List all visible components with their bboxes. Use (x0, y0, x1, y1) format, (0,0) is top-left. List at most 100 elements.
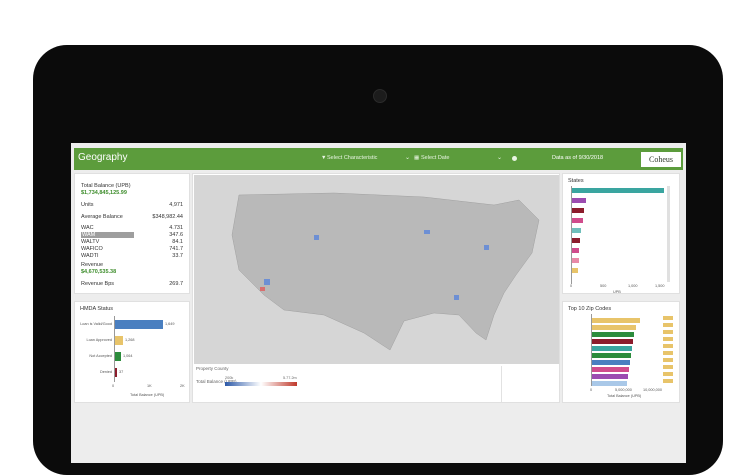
hmda-bar[interactable] (115, 368, 117, 377)
revenue-bps-value: 269.7 (169, 281, 183, 287)
states-bar[interactable] (572, 238, 580, 243)
hmda-row-label: Loan Approved (86, 338, 112, 342)
waltv-row: WALTV 84.1 (81, 239, 183, 245)
calendar-icon: ▦ (414, 155, 420, 161)
settings-icon[interactable] (512, 156, 517, 161)
map-legend-gradient (225, 382, 297, 386)
states-axis-tick: 0 (570, 284, 573, 288)
states-bar[interactable] (572, 228, 581, 233)
states-bar[interactable] (572, 208, 584, 213)
select-date-dropdown[interactable]: Select Date (421, 155, 449, 161)
hmda-row-label: Denied (99, 370, 112, 374)
states-bar[interactable] (572, 258, 579, 263)
zip-bar[interactable] (592, 374, 628, 379)
waltv-label: WALTV (81, 239, 100, 245)
filter-icon: ▼ (321, 155, 327, 161)
states-scrollbar[interactable] (667, 186, 670, 282)
zip-bar[interactable] (592, 325, 636, 330)
states-axis-tick: 1,500 (655, 284, 665, 288)
wafico-value: 741.7 (169, 246, 183, 252)
avg-balance-row: Average Balance $348,982.44 (81, 214, 183, 220)
map-highlight-region (314, 235, 319, 240)
zip-codes-title: Top 10 Zip Codes (568, 306, 612, 312)
wam-row[interactable]: WAM 347.6 (81, 232, 183, 238)
zip-bar[interactable] (592, 367, 629, 372)
wam-value: 347.6 (169, 232, 183, 238)
data-as-of-label: Data as of 9/30/2018 (552, 155, 604, 161)
map-highlight-region (424, 230, 430, 234)
wac-label: WAC (81, 225, 94, 231)
zip-bar[interactable] (592, 353, 631, 358)
zip-bar[interactable] (592, 339, 633, 344)
wafico-row: WAFICO 741.7 (81, 246, 183, 252)
map-highlight-region (484, 245, 489, 250)
hmda-bar[interactable] (115, 352, 121, 361)
states-bar[interactable] (572, 218, 583, 223)
states-bar[interactable] (572, 188, 664, 193)
zip-bar[interactable] (592, 318, 640, 323)
zips-axis-tick: 5,000,000 (615, 388, 632, 392)
map-panel: Property County Total Balance (UPB) 200k… (192, 173, 560, 403)
states-title: States (568, 178, 584, 184)
total-balance-label: Total Balance (UPB) (81, 183, 131, 189)
hmda-status-panel: HMDA Status Loan is Valid/Good 1,649 Loa… (74, 301, 190, 403)
zips-axis-tick: 10,000,000 (643, 388, 663, 392)
brand-logo: Coheus (641, 152, 681, 167)
hmda-value: 1,649 (165, 322, 175, 326)
camera-lens (373, 89, 387, 103)
revenue-value: $4,670,535.38 (81, 269, 117, 275)
hmda-bar[interactable] (115, 336, 123, 345)
zips-axis-tick: 0 (590, 388, 593, 392)
chevron-down-icon[interactable]: ⌄ (405, 154, 410, 161)
zip-bar[interactable] (592, 381, 627, 386)
chevron-down-icon[interactable]: ⌄ (497, 154, 502, 161)
states-bar[interactable] (572, 198, 586, 203)
states-axis-tick: 500 (600, 284, 607, 288)
avg-balance-label: Average Balance (81, 214, 123, 220)
states-bar[interactable] (572, 248, 579, 253)
us-county-map (231, 192, 540, 351)
hmda-footer[interactable]: Total Balance (UPB) (130, 393, 164, 397)
map-legend-min: 200k (225, 376, 234, 380)
revenue-bps-label: Revenue Bps (81, 281, 115, 287)
map-highlight-region (264, 279, 270, 285)
hmda-axis-tick: 2K (180, 384, 185, 388)
map-legend-max: 5.77.2m (283, 376, 297, 380)
revenue-bps-row: Revenue Bps 269.7 (81, 281, 183, 287)
waltv-value: 84.1 (172, 239, 183, 245)
states-bar[interactable] (572, 268, 578, 273)
zips-side-legend (663, 316, 673, 386)
units-label: Units (81, 202, 94, 208)
wadti-value: 33.7 (172, 253, 183, 259)
zip-bar[interactable] (592, 346, 632, 351)
kpi-panel: Total Balance (UPB) $1,734,845,125.99 Un… (74, 173, 190, 294)
hmda-axis-tick: 0 (112, 384, 115, 388)
wafico-label: WAFICO (81, 246, 103, 252)
zip-bar[interactable] (592, 360, 630, 365)
map-highlight-region (260, 287, 265, 291)
revenue-label: Revenue (81, 262, 104, 268)
map-canvas[interactable] (194, 175, 559, 364)
hmda-bar[interactable] (115, 320, 163, 329)
page-title: Geography (78, 152, 128, 163)
avg-balance-value: $348,982.44 (152, 214, 183, 220)
app-header: Geography ▼ Select Characteristic ⌄ ▦ Se… (74, 148, 683, 170)
wadti-row: WADTI 33.7 (81, 253, 183, 259)
wac-value: 4.731 (169, 225, 183, 231)
states-footer[interactable]: UPB (613, 290, 621, 294)
units-row: Units 4,971 (81, 202, 183, 208)
map-highlight-region (454, 295, 459, 300)
hmda-value: 37 (119, 370, 124, 374)
select-characteristic-dropdown[interactable]: Select Characteristic (327, 155, 377, 161)
hmda-axis-tick: 1K (147, 384, 152, 388)
zips-footer[interactable]: Total Balance (UPB) (607, 394, 641, 398)
hmda-row-label: Loan is Valid/Good (80, 322, 112, 326)
wam-label: WAM (81, 232, 134, 238)
map-divider (501, 366, 502, 402)
hmda-value: 1,268 (125, 338, 135, 342)
app-screen: Geography ▼ Select Characteristic ⌄ ▦ Se… (71, 143, 686, 463)
total-balance-value: $1,734,845,125.99 (81, 190, 127, 196)
us-landmass (231, 192, 540, 351)
zip-bar[interactable] (592, 332, 634, 337)
units-value: 4,971 (169, 202, 183, 208)
